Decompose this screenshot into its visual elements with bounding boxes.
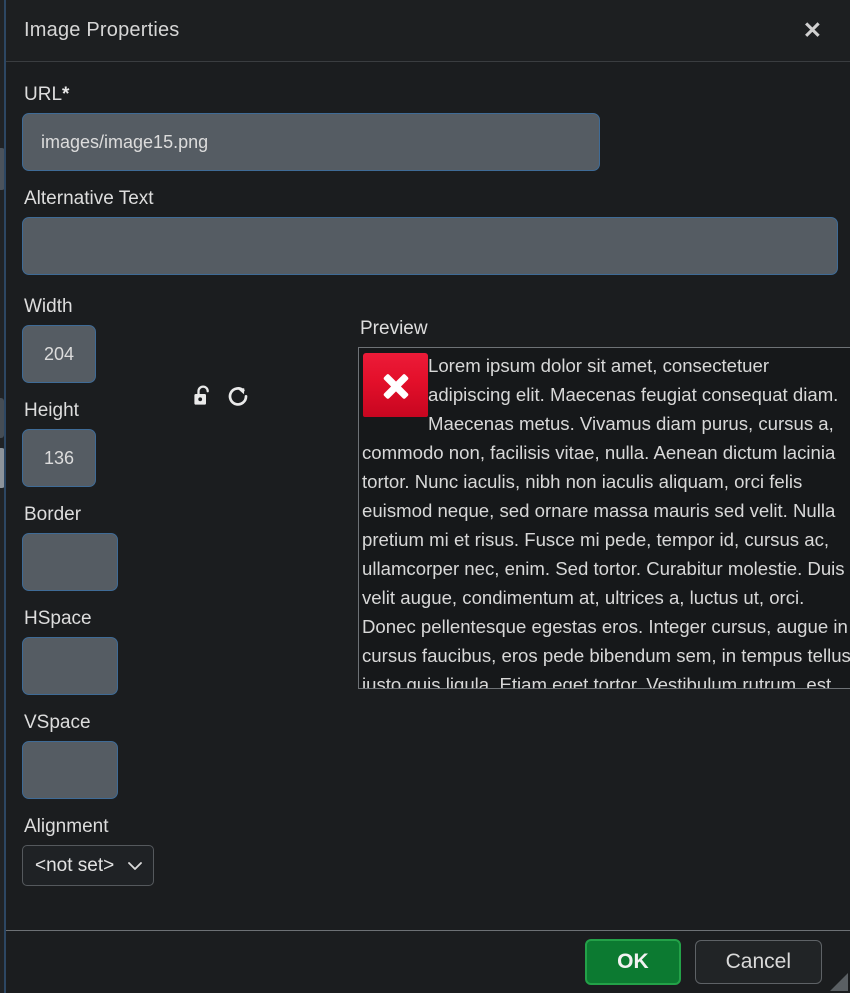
url-input[interactable] xyxy=(22,113,600,171)
width-input[interactable] xyxy=(22,325,96,383)
preview-text: Lorem ipsum dolor sit amet, consectetuer… xyxy=(362,351,850,689)
height-input[interactable] xyxy=(22,429,96,487)
unlock-icon[interactable] xyxy=(192,384,214,409)
aspect-ratio-controls xyxy=(192,384,250,409)
url-label: URL* xyxy=(24,84,836,106)
image-properties-dialog: Image Properties ✕ URL* Alternative Text… xyxy=(4,0,850,993)
width-label: Width xyxy=(24,296,342,318)
hspace-label: HSpace xyxy=(24,608,342,630)
dialog-header: Image Properties ✕ xyxy=(6,0,850,62)
dialog-footer: OK Cancel xyxy=(6,930,850,993)
ok-button[interactable]: OK xyxy=(585,939,681,984)
url-label-text: URL xyxy=(24,84,62,105)
broken-image-icon xyxy=(363,353,428,417)
dialog-title: Image Properties xyxy=(24,19,180,42)
alignment-label: Alignment xyxy=(24,816,342,838)
preview-section: Preview Lorem ipsum dolor sit amet, cons… xyxy=(358,318,850,689)
preview-box[interactable]: Lorem ipsum dolor sit amet, consectetuer… xyxy=(358,347,850,689)
resize-grip-icon[interactable] xyxy=(830,973,848,991)
alignment-select-wrap: <not set> xyxy=(22,845,154,886)
reset-size-icon[interactable] xyxy=(227,384,250,409)
border-label: Border xyxy=(24,504,342,526)
alt-text-input[interactable] xyxy=(22,217,838,275)
required-asterisk: * xyxy=(62,84,69,105)
preview-label: Preview xyxy=(360,318,850,340)
height-label: Height xyxy=(24,400,342,422)
dimensions-row: Width Height Border HSpace VSpace Alignm… xyxy=(22,296,836,886)
alignment-select[interactable]: <not set> xyxy=(22,845,154,886)
cancel-button[interactable]: Cancel xyxy=(695,940,822,983)
border-input[interactable] xyxy=(22,533,118,591)
close-icon[interactable]: ✕ xyxy=(797,15,828,46)
vspace-label: VSpace xyxy=(24,712,342,734)
hspace-input[interactable] xyxy=(22,637,118,695)
dialog-body: URL* Alternative Text Width Height Borde… xyxy=(6,62,850,930)
vspace-input[interactable] xyxy=(22,741,118,799)
alt-text-label: Alternative Text xyxy=(24,188,836,210)
dimensions-column: Width Height Border HSpace VSpace Alignm… xyxy=(22,296,342,886)
